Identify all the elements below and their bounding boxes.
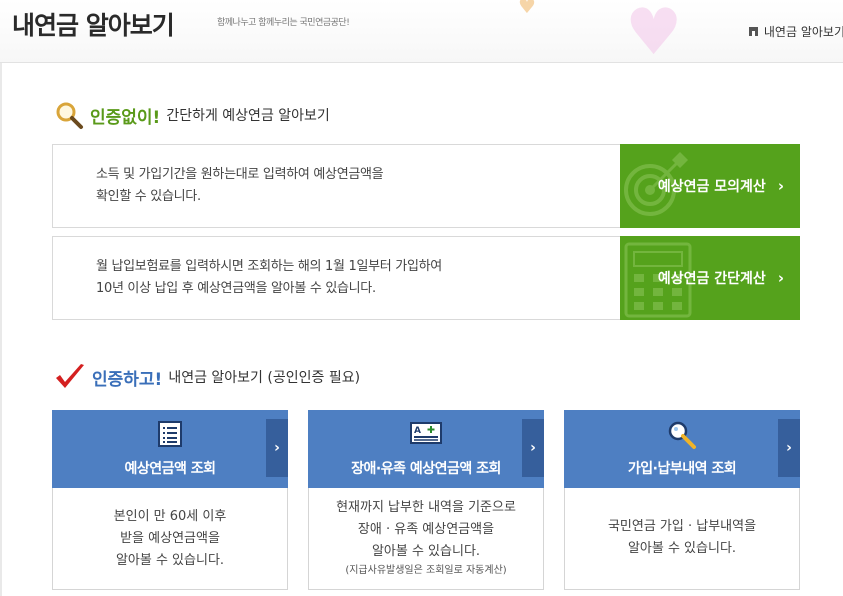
chevron-right-icon: › [274,440,280,456]
section-desc: 내연금 알아보기 (공인인증 필요) [168,370,361,386]
page-title: 내연금 알아보기 [12,11,175,40]
page-header: 내연금 알아보기 함께나누고 함께누리는 국민연금공단! ♥ ♥ 내연금 알아보… [0,0,843,63]
section-desc: 간단하게 예상연금 알아보기 [166,108,330,124]
card-arrow-button[interactable]: › [778,419,800,477]
card-header-button[interactable]: 예상연금액 조회 › [52,410,288,488]
button-label: 예상연금 모의계산 [657,179,766,195]
simulation-calc-button[interactable]: 예상연금 모의계산 › [620,144,800,228]
document-list-icon [158,421,182,447]
card-disability-survivor: A 장애·유족 예상연금액 조회 › 현재까지 납부한 내역을 기준으로 장애 … [308,410,544,590]
card-note: (지급사유발생일은 조회일로 자동계산) [345,565,507,576]
section-heading-no-cert: 인증없이! 간단하게 예상연금 알아보기 [54,100,330,130]
home-icon [748,27,758,36]
magnifier-icon [668,421,696,449]
simple-calc-button[interactable]: 예상연금 간단계산 › [620,236,800,320]
heart-decoration-icon: ♥ [625,0,683,63]
card-description: 현재까지 납부한 내역을 기준으로 장애 · 유족 예상연금액을 알아볼 수 있… [309,497,543,579]
magnifier-icon [56,102,83,129]
calc-row-simple: 월 납입보험료를 입력하시면 조회하는 해의 1월 1일부터 가입하여 10년 … [52,236,800,320]
calc-row-simulation: 소득 및 가입기간을 원하는대로 입력하여 예상연금액을 확인할 수 있습니다.… [52,144,800,228]
checkmark-icon [56,364,84,388]
breadcrumb[interactable]: 내연금 알아보기 [748,23,843,40]
card-description: 본인이 만 60세 이후 받을 예상연금액을 알아볼 수 있습니다. [113,509,227,568]
button-label: 예상연금 간단계산 [657,271,766,287]
card-description: 국민연금 가입 · 납부내역을 알아볼 수 있습니다. [607,519,757,556]
left-border [0,63,2,596]
card-title: 예상연금액 조회 [124,461,216,477]
chevron-right-icon: › [777,269,784,287]
svg-text:A: A [414,426,421,436]
breadcrumb-current[interactable]: 내연금 알아보기 [764,23,843,40]
card-arrow-button[interactable]: › [266,419,288,477]
card-header-button[interactable]: 가입·납부내역 조회 › [564,410,800,488]
chevron-right-icon: › [777,177,784,195]
chevron-right-icon: › [530,440,536,456]
card-title: 가입·납부내역 조회 [627,461,737,477]
heart-decoration-icon: ♥ [518,0,536,18]
section-emph: 인증하고! [92,369,163,390]
section-emph: 인증없이! [90,107,161,128]
card-title: 장애·유족 예상연금액 조회 [351,461,501,477]
card-header-button[interactable]: A 장애·유족 예상연금액 조회 › [308,410,544,488]
card-enrollment-payment: 가입·납부내역 조회 › 국민연금 가입 · 납부내역을 알아볼 수 있습니다. [564,410,800,590]
card-arrow-button[interactable]: › [522,419,544,477]
calc-row-description: 월 납입보험료를 입력하시면 조회하는 해의 1월 1일부터 가입하여 10년 … [96,259,442,296]
id-card-plus-icon: A [410,422,442,444]
chevron-right-icon: › [786,440,792,456]
calc-row-description: 소득 및 가입기간을 원하는대로 입력하여 예상연금액을 확인할 수 있습니다. [96,167,384,204]
card-expected-pension: 예상연금액 조회 › 본인이 만 60세 이후 받을 예상연금액을 알아볼 수 … [52,410,288,590]
section-heading-cert: 인증하고! 내연금 알아보기 (공인인증 필요) [54,363,360,391]
header-tagline: 함께나누고 함께누리는 국민연금공단! [217,18,350,28]
